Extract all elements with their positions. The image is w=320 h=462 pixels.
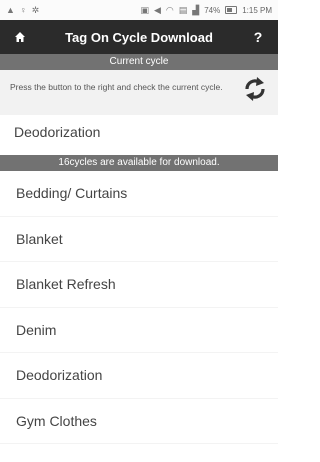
status-left: ▲ ♀ ✲ [6,4,40,15]
home-icon[interactable] [12,29,28,45]
cycle-item-blanket-refresh[interactable]: Blanket Refresh [0,262,278,308]
cycle-item-bedding-curtains[interactable]: Bedding/ Curtains [0,171,278,217]
wifi-icon: ◠ [165,4,174,15]
cycle-item-blanket[interactable]: Blanket [0,217,278,262]
status-right: ▣ ◀ ◠ ▤ ▟ 74% 1:15 PM [140,4,272,15]
refresh-button[interactable] [242,76,268,106]
battery-percent: 74% [204,5,221,15]
cycle-item-deodorization[interactable]: Deodorization [0,353,278,399]
location-icon: ♀ [19,4,27,15]
volume-icon: ◀ [153,4,161,15]
help-icon[interactable]: ? [250,29,266,45]
signal-icon: ▟ [192,4,200,15]
current-cycle-value: Deodorization [14,124,101,140]
current-cycle-header: Current cycle [0,54,278,70]
cycle-list: Bedding/ Curtains Blanket Blanket Refres… [0,171,278,444]
refresh-instruction: Press the button to the right and check … [10,82,223,92]
screen-icon: ▣ [140,4,149,15]
page-title: Tag On Cycle Download [65,29,213,45]
battery-icon [225,6,238,14]
cycle-item-gym-clothes[interactable]: Gym Clothes [0,399,278,444]
settings-icon: ✲ [31,4,40,15]
status-bar: ▲ ♀ ✲ ▣ ◀ ◠ ▤ ▟ 74% 1:15 PM [0,0,278,20]
warning-icon: ▲ [6,4,15,15]
clock: 1:15 PM [242,5,272,15]
title-bar: Tag On Cycle Download ? [0,20,278,54]
refresh-icon [243,75,267,108]
cycle-item-denim[interactable]: Denim [0,308,278,353]
nfc-icon: ▤ [178,4,188,15]
available-cycles-header: 16cycles are available for download. [0,155,278,171]
